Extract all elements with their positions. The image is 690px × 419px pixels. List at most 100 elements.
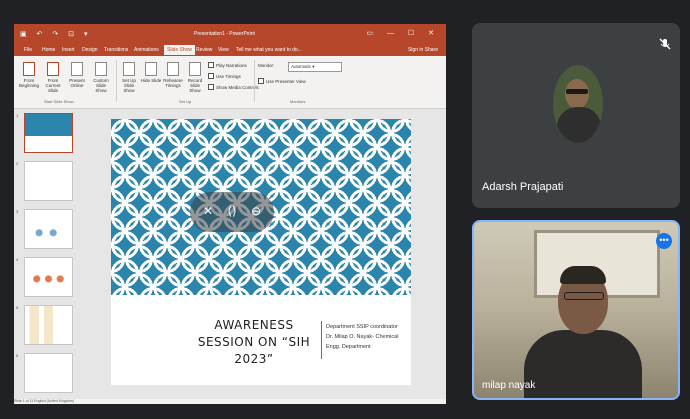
custom-show-button[interactable]: Custom Slide Show xyxy=(90,62,112,93)
shared-screen: ▣ ↶ ↷ ⊡ ▾ Presentation1 - PowerPoint ▭ —… xyxy=(14,24,446,404)
slide-info-line: Dr. Milap O. Nayak- Chemical xyxy=(326,334,399,340)
use-presenter-view-checkbox[interactable]: Use Presenter View xyxy=(258,78,306,84)
show-media-controls-checkbox[interactable]: Show Media Controls xyxy=(208,84,259,90)
slide-info: Department SSIP coordinator Dr. Milap O.… xyxy=(326,322,411,352)
monitor-select[interactable]: Automatic ▾ xyxy=(288,62,342,72)
ribbon-divider xyxy=(116,60,117,102)
from-beginning-label: From Beginning xyxy=(18,78,40,88)
ribbon-tabs: File Home Insert Design Transitions Anim… xyxy=(14,44,446,56)
avatar-glasses xyxy=(566,89,588,94)
setup-button[interactable]: Set Up Slide Show xyxy=(118,62,140,93)
monitor-label-text: Monitor: xyxy=(258,63,275,68)
monitor-label: Monitor: xyxy=(258,63,274,68)
avatar-face xyxy=(565,79,589,109)
checkbox-icon xyxy=(208,84,214,90)
slide-thumbnails: 1 2 3 4 5 6 xyxy=(14,109,74,399)
tab-design[interactable]: Design xyxy=(82,47,98,53)
ppt-titlebar: ▣ ↶ ↷ ⊡ ▾ Presentation1 - PowerPoint ▭ —… xyxy=(14,24,446,44)
slide-thumbnail[interactable] xyxy=(24,353,73,393)
from-beginning-button[interactable]: From Beginning xyxy=(18,62,40,88)
video-person xyxy=(560,266,606,284)
hide-slide-label: Hide Slide xyxy=(140,78,162,83)
tab-review[interactable]: Review xyxy=(196,47,212,53)
thumb-number: 5 xyxy=(16,305,19,310)
present-online-icon xyxy=(71,62,83,76)
hide-slide-button[interactable]: Hide Slide xyxy=(140,62,162,83)
tab-slide-show[interactable]: Slide Show xyxy=(164,45,196,55)
tab-transitions[interactable]: Transitions xyxy=(104,47,128,53)
more-options-icon[interactable]: ••• xyxy=(656,233,672,249)
checkbox-icon xyxy=(208,62,214,68)
custom-show-icon xyxy=(95,62,107,76)
signin-label[interactable]: Sign in xyxy=(408,47,423,53)
share-button[interactable]: Share xyxy=(425,47,438,53)
avatar xyxy=(553,65,603,143)
tab-file[interactable]: File xyxy=(24,47,32,53)
setup-icon xyxy=(123,62,135,76)
participant-name: milap nayak xyxy=(482,380,536,391)
rehearse-label: Rehearse Timings xyxy=(163,78,183,88)
tell-me-search[interactable]: Tell me what you want to do... xyxy=(236,47,302,53)
use-presenter-view-label: Use Presenter View xyxy=(266,79,306,84)
present-online-label: Present Online xyxy=(69,78,85,88)
tab-home[interactable]: Home xyxy=(42,47,55,53)
window-title: Presentation1 - PowerPoint xyxy=(194,31,255,37)
slideshow-icon xyxy=(23,62,35,76)
minus-circle-icon[interactable]: ⊖ xyxy=(248,203,264,219)
presenter-overlay-controls: ✕ ⟨⟩ ⊖ xyxy=(190,192,274,232)
present-online-button[interactable]: Present Online xyxy=(66,62,88,88)
thumb-number: 2 xyxy=(16,161,19,166)
from-current-label: From Current Slide xyxy=(45,78,61,93)
tab-view[interactable]: View xyxy=(218,47,229,53)
rehearse-button[interactable]: Rehearse Timings xyxy=(162,62,184,88)
thumb-number: 4 xyxy=(16,257,19,262)
show-media-controls-label: Show Media Controls xyxy=(216,85,259,90)
thumb-number: 3 xyxy=(16,209,19,214)
slide-title: AWARENESS SESSION ON “SIH 2023” xyxy=(197,318,311,366)
tab-animations[interactable]: Animations xyxy=(134,47,159,53)
video-person xyxy=(524,330,642,398)
use-timings-checkbox[interactable]: Use Timings xyxy=(208,73,241,79)
slide-thumbnail[interactable] xyxy=(24,305,73,345)
quick-access-toolbar[interactable]: ▣ ↶ ↷ ⊡ ▾ xyxy=(20,30,92,38)
participant-tile-active[interactable]: ••• milap nayak xyxy=(472,220,680,400)
mic-off-icon[interactable]: ✕ xyxy=(200,203,216,219)
signin-link[interactable]: Sign in Share xyxy=(408,47,438,53)
ribbon: From Beginning From Current Slide Presen… xyxy=(14,56,446,109)
current-slide[interactable]: AWARENESS SESSION ON “SIH 2023” Departme… xyxy=(111,119,411,385)
slide-thumbnail[interactable] xyxy=(24,113,73,153)
avatar-body xyxy=(557,107,601,143)
play-narrations-checkbox[interactable]: Play Narrations xyxy=(208,62,247,68)
checkbox-icon xyxy=(258,78,264,84)
tab-insert[interactable]: Insert xyxy=(62,47,75,53)
record-button[interactable]: Record Slide Show xyxy=(184,62,206,93)
present-icon[interactable]: ⟨⟩ xyxy=(224,203,240,219)
window-controls[interactable]: ▭ — ☐ ✕ xyxy=(366,29,440,37)
record-label: Record Slide Show xyxy=(187,78,203,93)
video-feed xyxy=(474,222,678,398)
stopwatch-icon xyxy=(167,62,179,76)
slide-thumbnail[interactable] xyxy=(24,209,73,249)
thumb-number: 1 xyxy=(16,113,19,118)
video-person xyxy=(564,292,604,300)
custom-show-label: Custom Slide Show xyxy=(93,78,109,93)
from-current-button[interactable]: From Current Slide xyxy=(42,62,64,93)
thumb-number: 6 xyxy=(16,353,19,358)
ppt-statusbar: Slide 1 of 11 English (United Kingdom) xyxy=(14,399,446,404)
slideshow-current-icon xyxy=(47,62,59,76)
ribbon-divider xyxy=(254,60,255,102)
use-timings-label: Use Timings xyxy=(216,74,241,79)
setup-label: Set Up Slide Show xyxy=(122,78,136,93)
slide-thumbnail[interactable] xyxy=(24,257,73,297)
slide-divider xyxy=(321,321,322,359)
mic-off-icon xyxy=(659,38,671,50)
group-monitors: Monitors xyxy=(290,99,306,104)
slide-thumbnail[interactable] xyxy=(24,161,73,201)
slide-info-line: Department SSIP coordinator xyxy=(326,324,398,330)
group-start-slide-show: Start Slide Show xyxy=(44,99,74,104)
record-icon xyxy=(189,62,201,76)
group-set-up: Set Up xyxy=(179,99,192,104)
participant-tile[interactable]: Adarsh Prajapati xyxy=(472,23,680,208)
participant-name: Adarsh Prajapati xyxy=(482,181,564,193)
slide-info-line: Engg. Department xyxy=(326,344,371,350)
